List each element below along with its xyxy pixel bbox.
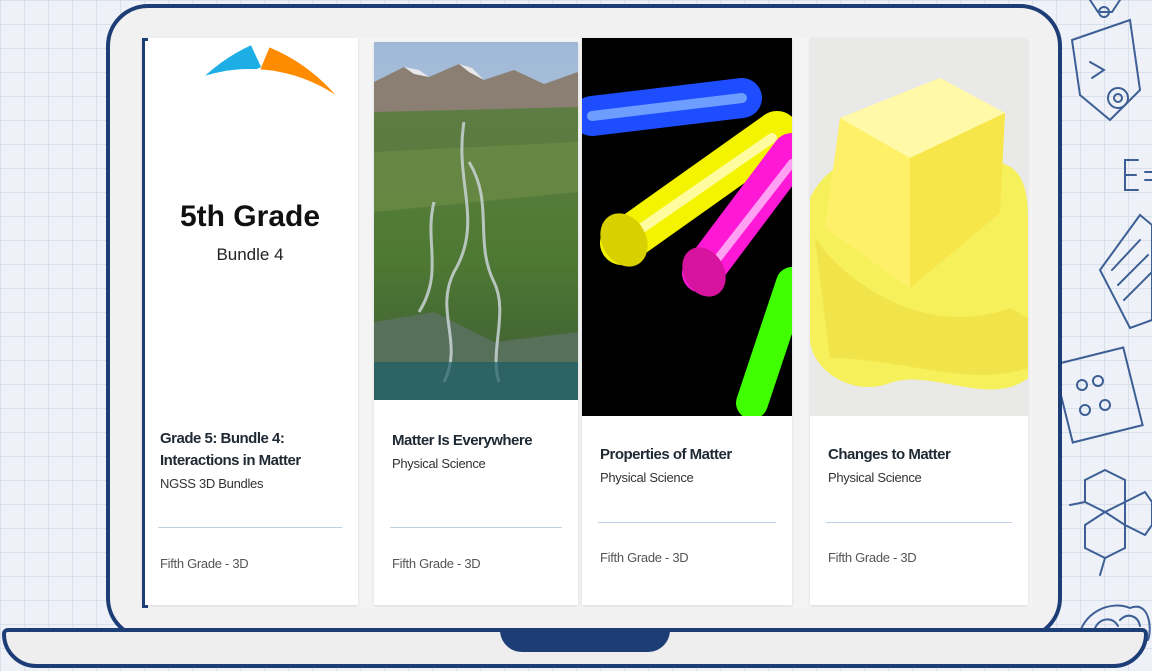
card-footer: Fifth Grade - 3D bbox=[160, 556, 249, 571]
course-card-grade5-bundle4[interactable]: 5th Grade Bundle 4 Grade 5: Bundle 4: In… bbox=[142, 38, 358, 605]
card-divider bbox=[158, 527, 342, 528]
card-subtitle: Physical Science bbox=[392, 456, 486, 471]
rocket-doodle-icon bbox=[1070, 18, 1142, 122]
notebook-doodle-icon bbox=[1098, 213, 1152, 330]
card-divider bbox=[598, 522, 776, 523]
melting-butter-photo bbox=[810, 38, 1028, 416]
grade-bundle-ring-icon: 5th Grade Bundle 4 bbox=[142, 38, 358, 408]
river-delta-photo bbox=[374, 42, 578, 400]
course-card-changes-to-matter[interactable]: Changes to Matter Physical Science Fifth… bbox=[810, 38, 1028, 605]
flask-doodle-icon bbox=[1089, 0, 1121, 18]
formula-e-doodle-icon bbox=[1124, 159, 1152, 191]
card-footer: Fifth Grade - 3D bbox=[600, 550, 689, 565]
card-title[interactable]: Matter Is Everywhere bbox=[392, 430, 560, 452]
card-divider bbox=[390, 527, 562, 528]
card-subtitle: NGSS 3D Bundles bbox=[160, 476, 264, 491]
course-card-properties-of-matter[interactable]: Properties of Matter Physical Science Fi… bbox=[582, 38, 792, 605]
card-title[interactable]: Properties of Matter bbox=[600, 444, 774, 466]
card-footer: Fifth Grade - 3D bbox=[392, 556, 481, 571]
card-title[interactable]: Changes to Matter bbox=[828, 444, 1010, 466]
card-subtitle: Physical Science bbox=[600, 470, 694, 485]
card-selection-bracket bbox=[142, 38, 148, 608]
card-footer: Fifth Grade - 3D bbox=[828, 550, 917, 565]
card-subtitle: Physical Science bbox=[828, 470, 922, 485]
card-divider bbox=[826, 522, 1012, 523]
course-card-matter-is-everywhere[interactable]: Matter Is Everywhere Physical Science Fi… bbox=[374, 42, 578, 605]
course-card-grid: 5th Grade Bundle 4 Grade 5: Bundle 4: In… bbox=[142, 38, 1032, 608]
abacus-doodle-icon bbox=[1052, 346, 1144, 444]
card-title[interactable]: Grade 5: Bundle 4: Interactions in Matte… bbox=[160, 428, 340, 472]
glow-sticks-photo bbox=[582, 38, 792, 416]
laptop-notch bbox=[500, 628, 670, 652]
molecule-doodle-icon bbox=[1069, 468, 1152, 576]
bundle-image-title: 5th Grade bbox=[180, 200, 320, 233]
bundle-image-subtitle: Bundle 4 bbox=[216, 245, 283, 264]
